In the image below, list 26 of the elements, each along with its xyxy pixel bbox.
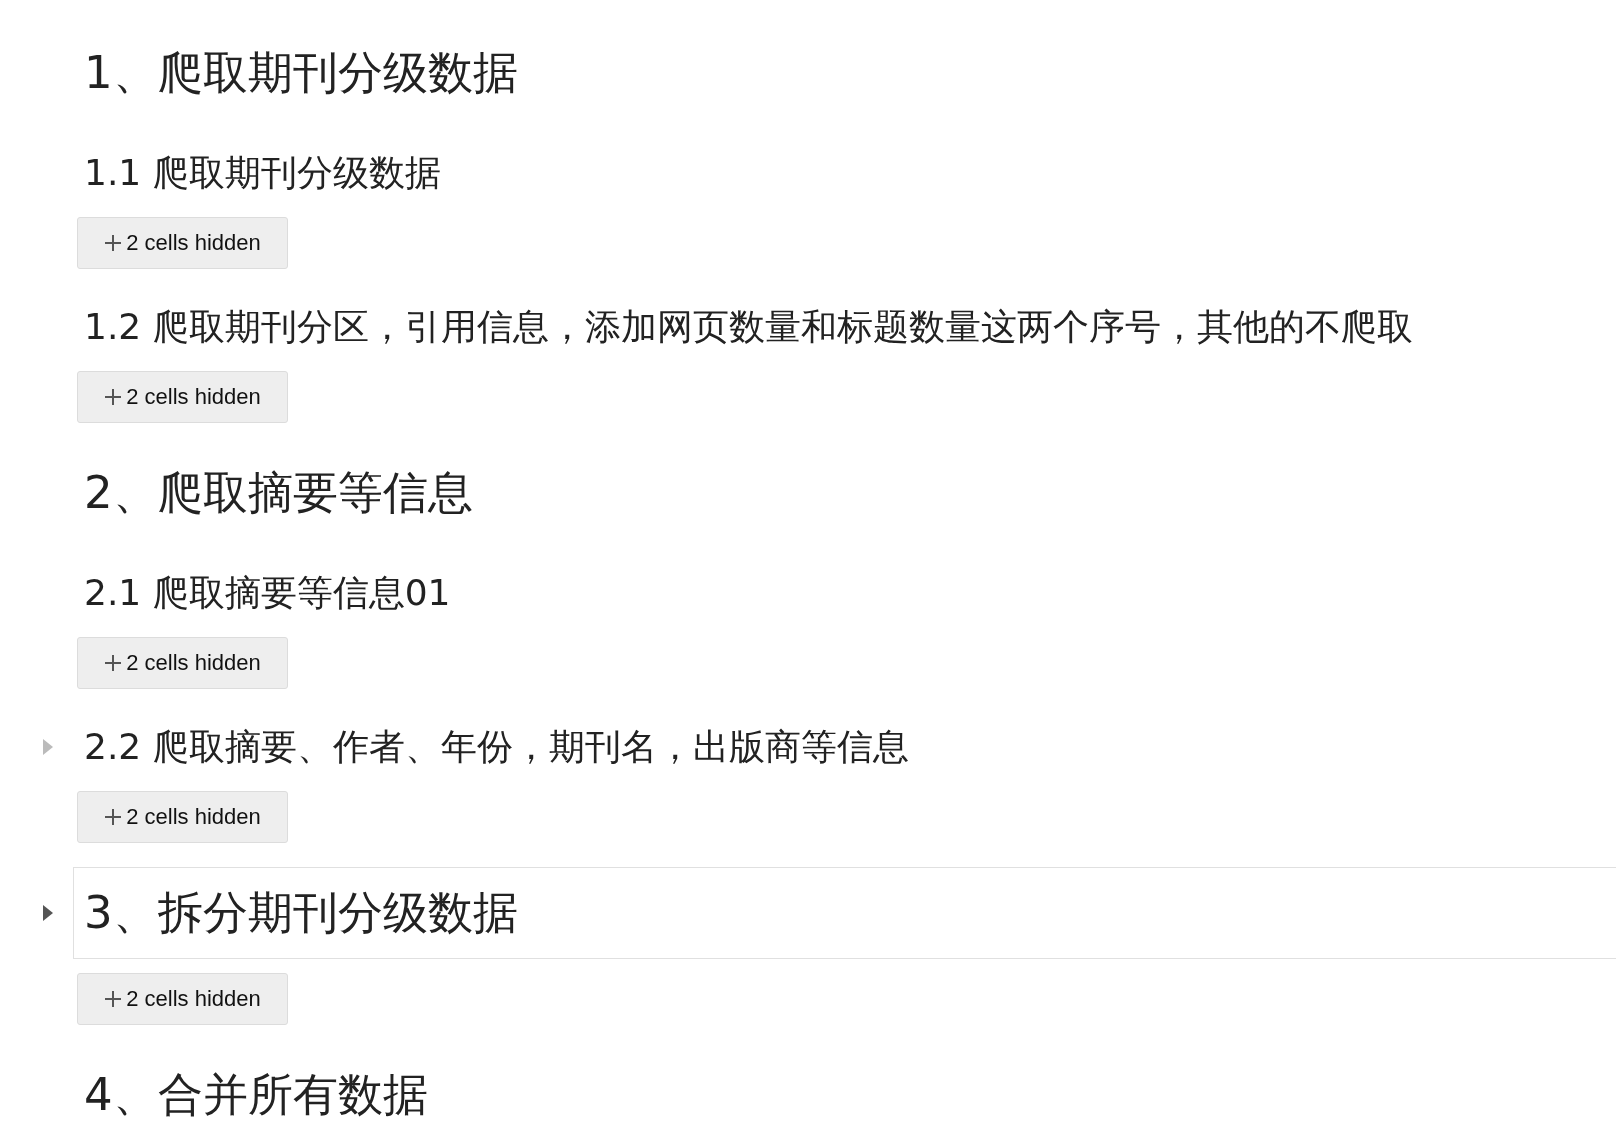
heading-text: 2、爬取摘要等信息 <box>84 465 473 521</box>
heading-cell[interactable]: 2.1 爬取摘要等信息01 <box>73 563 1616 623</box>
heading-text: 2.1 爬取摘要等信息01 <box>84 570 451 615</box>
hidden-cells-button[interactable]: 2 cells hidden <box>77 217 288 269</box>
heading-cell[interactable]: 2.2 爬取摘要、作者、年份，期刊名，出版商等信息 <box>73 717 1616 777</box>
plus-icon <box>104 990 123 1008</box>
heading-cell[interactable]: 1.1 爬取期刊分级数据 <box>73 143 1616 203</box>
heading-text: 2.2 爬取摘要、作者、年份，期刊名，出版商等信息 <box>84 724 909 769</box>
heading-text: 1、爬取期刊分级数据 <box>84 45 518 101</box>
expand-triangle-icon[interactable] <box>43 903 53 923</box>
hidden-cells-button[interactable]: 2 cells hidden <box>77 791 288 843</box>
plus-icon <box>104 234 123 252</box>
heading-text: 1.1 爬取期刊分级数据 <box>84 150 441 195</box>
heading-cell[interactable]: 1.2 爬取期刊分区，引用信息，添加网页数量和标题数量这两个序号，其他的不爬取 <box>73 297 1616 357</box>
plus-icon <box>104 654 123 672</box>
hidden-cells-button[interactable]: 2 cells hidden <box>77 973 288 1025</box>
heading-cell[interactable]: 4、合并所有数据 <box>73 1049 1616 1141</box>
heading-cell[interactable]: 2、爬取摘要等信息 <box>73 447 1616 539</box>
heading-text: 3、拆分期刊分级数据 <box>84 885 518 941</box>
plus-icon <box>104 388 123 406</box>
heading-text: 1.2 爬取期刊分区，引用信息，添加网页数量和标题数量这两个序号，其他的不爬取 <box>84 304 1413 349</box>
hidden-cells-button[interactable]: 2 cells hidden <box>77 637 288 689</box>
hidden-cells-button[interactable]: 2 cells hidden <box>77 371 288 423</box>
heading-cell[interactable]: 1、爬取期刊分级数据 <box>73 27 1616 119</box>
plus-icon <box>104 808 123 826</box>
heading-text: 4、合并所有数据 <box>84 1067 428 1123</box>
